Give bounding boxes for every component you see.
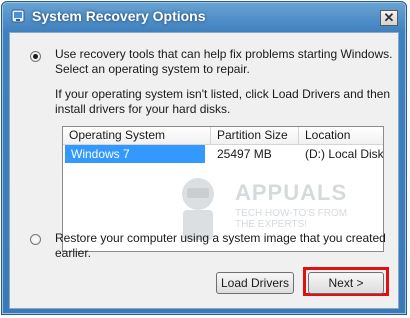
table-row[interactable]: Windows 7 25497 MB (D:) Local Disk [63, 145, 383, 163]
recovery-tools-label-line1: Use recovery tools that can help fix pro… [55, 47, 393, 61]
load-drivers-info-line2: install drivers for your hard disks. [55, 102, 231, 116]
title-bar[interactable]: System Recovery Options ✕ [2, 2, 406, 30]
close-button[interactable]: ✕ [380, 10, 398, 26]
location-cell: (D:) Local Disk [305, 147, 384, 161]
restore-image-radio[interactable] [30, 234, 41, 245]
dialog-content: Use recovery tools that can help fix pro… [9, 32, 399, 309]
restore-image-label-line1: Restore your computer using a system ima… [55, 231, 386, 245]
next-button[interactable]: Next > [308, 272, 384, 294]
watermark-subtitle-line2: THE EXPERTS! [235, 219, 308, 230]
partition-size-cell: 25497 MB [217, 147, 272, 161]
column-header-location[interactable]: Location [299, 127, 383, 144]
watermark-title: APPUALS [235, 180, 348, 205]
recovery-tools-radio[interactable] [30, 51, 41, 62]
os-name-cell: Windows 7 [65, 145, 205, 163]
column-header-operating-system[interactable]: Operating System [63, 127, 211, 144]
load-drivers-info-line1: If your operating system isn't listed, c… [55, 87, 391, 101]
window-title: System Recovery Options [32, 8, 206, 24]
close-icon: ✕ [383, 10, 395, 25]
watermark-subtitle-line1: TECH HOW-TO'S FROM [235, 208, 348, 219]
list-header: Operating System Partition Size Location [63, 127, 383, 145]
load-drivers-button[interactable]: Load Drivers [216, 272, 294, 294]
system-recovery-window: System Recovery Options ✕ Use recovery t… [1, 1, 407, 315]
column-header-partition-size[interactable]: Partition Size [211, 127, 299, 144]
restore-image-label-line2: earlier. [55, 246, 92, 260]
system-recovery-icon [11, 9, 25, 23]
recovery-tools-label-line2: Select an operating system to repair. [55, 62, 250, 76]
